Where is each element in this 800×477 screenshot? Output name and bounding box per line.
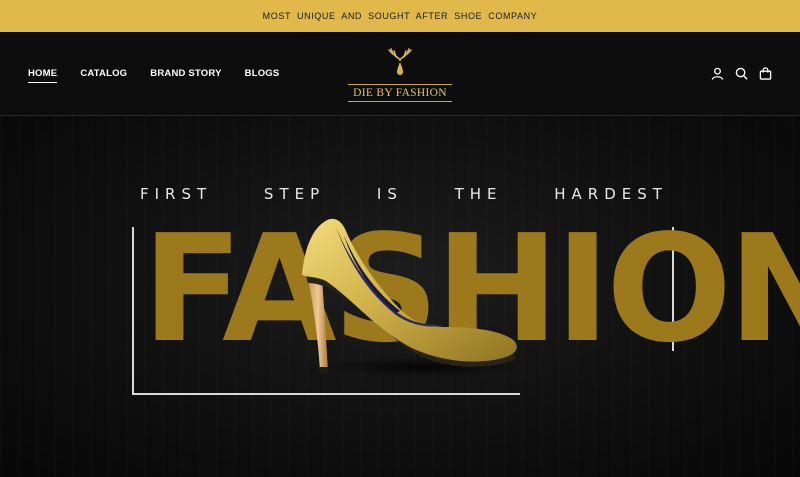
- hero-banner: FIRST STEP IS THE HARDEST FASHION: [0, 117, 800, 477]
- nav-home[interactable]: HOME: [28, 68, 58, 83]
- high-heel-shoe-image: [302, 218, 522, 377]
- hero-tagline: FIRST STEP IS THE HARDEST: [140, 185, 668, 203]
- logo-wordmark: DIE BY FASHION: [348, 84, 452, 102]
- tagline-word: THE: [454, 185, 503, 203]
- nav-blogs[interactable]: BLOGS: [245, 68, 280, 83]
- cart-icon[interactable]: [758, 66, 772, 80]
- main-nav: HOME CATALOG BRAND STORY BLOGS: [28, 68, 279, 83]
- brand-logo[interactable]: DIE BY FASHION: [348, 46, 452, 104]
- announcement-text: MOST UNIQUE AND SOUGHT AFTER SHOE COMPAN…: [262, 11, 538, 21]
- nav-catalog[interactable]: CATALOG: [80, 68, 127, 83]
- announcement-bar: MOST UNIQUE AND SOUGHT AFTER SHOE COMPAN…: [0, 0, 800, 32]
- frame-line-bottom: [132, 393, 520, 395]
- antler-drop-icon: [388, 48, 412, 75]
- nav-brand-story[interactable]: BRAND STORY: [150, 68, 221, 83]
- tagline-word: FIRST: [140, 185, 213, 203]
- search-icon[interactable]: [734, 66, 748, 80]
- tagline-word: STEP: [263, 185, 326, 203]
- header-actions: [710, 66, 772, 80]
- tagline-word: IS: [376, 185, 403, 203]
- site-header: HOME CATALOG BRAND STORY BLOGS DIE BY FA…: [0, 32, 800, 116]
- tagline-word: HARDEST: [554, 185, 668, 203]
- frame-line-left: [132, 227, 134, 395]
- account-icon[interactable]: [710, 66, 724, 80]
